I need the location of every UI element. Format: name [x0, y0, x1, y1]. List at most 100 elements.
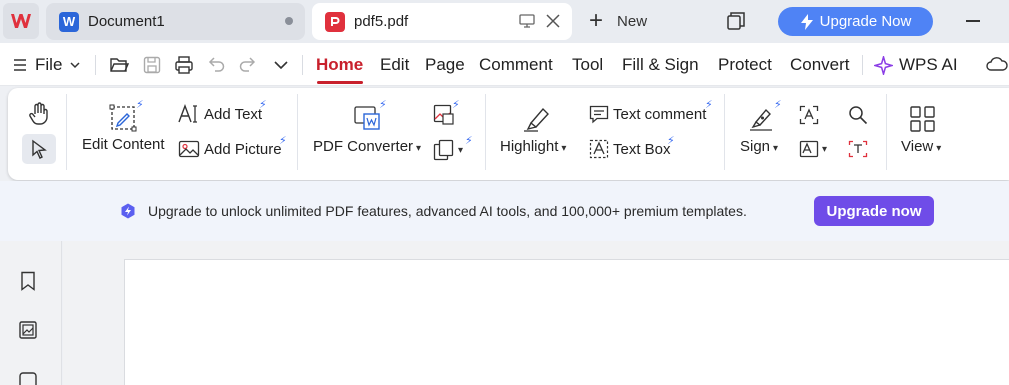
- add-picture-label: Add Picture: [204, 140, 282, 158]
- text-box-button[interactable]: Text Box: [589, 139, 671, 159]
- text-comment-icon: [589, 105, 609, 124]
- chevron-down-icon: ▾: [936, 143, 942, 154]
- sign-button[interactable]: Sign ▾: [740, 104, 778, 155]
- new-tab-label: New: [617, 12, 648, 30]
- monitor-icon[interactable]: [518, 12, 536, 30]
- tab-fill-sign[interactable]: Fill & Sign: [622, 55, 699, 75]
- pdf-converter-text: PDF Converter: [313, 138, 414, 155]
- print-icon[interactable]: [174, 55, 194, 75]
- new-tab-button[interactable]: + New: [589, 9, 647, 33]
- menu-bar: File Home Edit Page Comment Tool Fill & …: [0, 43, 1009, 86]
- sign-label-wrap: Sign ▾: [740, 138, 778, 155]
- chevron-down-icon: [70, 62, 80, 69]
- add-text-icon: [178, 104, 197, 123]
- lightning-icon: ⚡: [774, 99, 782, 111]
- text-comment-label: Text comment: [613, 105, 707, 123]
- chevron-down-icon: ▾: [822, 143, 828, 155]
- minimize-icon[interactable]: [966, 20, 980, 22]
- divider: [297, 94, 298, 170]
- sign-icon: [750, 108, 772, 131]
- close-icon[interactable]: [544, 12, 562, 30]
- thumbnail-icon[interactable]: [18, 320, 38, 340]
- copy-format-button[interactable]: ▾: [433, 139, 463, 161]
- add-picture-button[interactable]: Add Picture: [178, 139, 282, 159]
- highlight-label: Highlight: [500, 138, 559, 155]
- upgrade-banner: Upgrade to unlock unlimited PDF features…: [0, 181, 1009, 241]
- undo-icon[interactable]: [206, 55, 226, 75]
- chevron-down-icon: ▾: [561, 143, 567, 154]
- text-comment-button[interactable]: Text comment: [589, 104, 706, 124]
- text-box-icon: [589, 139, 609, 159]
- word-icon: W: [59, 11, 79, 32]
- redact-icon[interactable]: [848, 140, 868, 158]
- folder-open-icon[interactable]: [109, 55, 129, 75]
- tab-convert[interactable]: Convert: [790, 55, 850, 75]
- premium-icon: [121, 203, 135, 219]
- pdf-icon: [325, 11, 345, 32]
- pdf-converter-label: PDF Converter ▾: [313, 138, 421, 155]
- tab-protect[interactable]: Protect: [718, 55, 772, 75]
- lightning-icon: ⚡: [667, 135, 675, 147]
- menu-icon: [14, 59, 26, 71]
- banner-text: Upgrade to unlock unlimited PDF features…: [148, 203, 747, 219]
- wps-ai-icon: [874, 55, 893, 75]
- upgrade-now-label: Upgrade Now: [819, 13, 912, 30]
- lightning-icon: ⚡: [452, 99, 460, 111]
- select-tool-button[interactable]: [22, 134, 56, 164]
- redo-icon[interactable]: [238, 55, 258, 75]
- pdf-page[interactable]: [124, 259, 1009, 385]
- tab-page[interactable]: Page: [425, 55, 465, 75]
- home-ribbon: Edit Content ⚡ Add Text ⚡ Add Picture ⚡ …: [8, 88, 1009, 180]
- save-icon[interactable]: [142, 55, 162, 75]
- upgrade-now-banner-button[interactable]: Upgrade now: [814, 196, 934, 226]
- tab-edit[interactable]: Edit: [380, 55, 409, 75]
- highlight-label-wrap: Highlight ▾: [500, 138, 566, 155]
- tab-document1[interactable]: W Document1: [46, 3, 305, 40]
- highlight-button[interactable]: Highlight ▾: [500, 104, 566, 155]
- lightning-icon: ⚡: [136, 99, 144, 111]
- edit-content-icon: [109, 104, 137, 132]
- lightning-icon: [800, 13, 813, 30]
- tab-home[interactable]: Home: [316, 55, 363, 75]
- divider: [302, 55, 303, 75]
- title-bar: W Document1 pdf5.pdf + New Upgrade Now: [0, 0, 1009, 43]
- comment-panel-icon[interactable]: [18, 371, 38, 385]
- plus-icon: +: [589, 7, 604, 34]
- add-text-button[interactable]: Add Text: [178, 104, 262, 124]
- tab-title: Document1: [88, 13, 165, 30]
- cloud-icon[interactable]: [985, 55, 1009, 75]
- file-label: File: [35, 55, 63, 74]
- tab-tool[interactable]: Tool: [572, 55, 603, 75]
- restore-window-icon[interactable]: [726, 11, 746, 31]
- view-button[interactable]: View ▾: [901, 105, 941, 155]
- file-menu[interactable]: File: [13, 55, 80, 75]
- view-label-wrap: View ▾: [901, 138, 941, 155]
- edit-content-button[interactable]: Edit Content: [82, 102, 165, 153]
- chevron-down-icon[interactable]: [271, 55, 291, 75]
- chevron-down-icon: ▾: [773, 143, 779, 154]
- pdf-converter-button[interactable]: PDF Converter ▾: [313, 104, 421, 155]
- bookmark-icon[interactable]: [18, 271, 38, 291]
- add-text-label: Add Text: [204, 105, 263, 123]
- chevron-down-icon: ▾: [458, 144, 464, 156]
- tab-comment[interactable]: Comment: [479, 55, 553, 75]
- left-sidebar: [0, 241, 62, 385]
- wps-logo-icon[interactable]: [3, 3, 39, 39]
- divider: [66, 94, 67, 170]
- edit-content-label: Edit Content: [82, 136, 165, 153]
- divider: [724, 94, 725, 170]
- select-cursor-icon: [32, 139, 47, 159]
- active-tab-indicator: [317, 81, 363, 84]
- hand-icon[interactable]: [28, 102, 50, 126]
- tab-pdf5[interactable]: pdf5.pdf: [312, 3, 572, 40]
- upgrade-now-button[interactable]: Upgrade Now: [778, 7, 933, 36]
- wps-ai-label: WPS AI: [899, 55, 958, 74]
- ocr-icon[interactable]: [799, 105, 819, 125]
- search-icon[interactable]: [848, 105, 868, 125]
- tab-title: pdf5.pdf: [354, 13, 409, 30]
- wps-ai-button[interactable]: WPS AI: [874, 55, 958, 75]
- copy-format-icon: [433, 139, 454, 161]
- text-box-label: Text Box: [613, 140, 671, 158]
- fill-form-button[interactable]: ▾: [799, 140, 827, 158]
- divider: [886, 94, 887, 170]
